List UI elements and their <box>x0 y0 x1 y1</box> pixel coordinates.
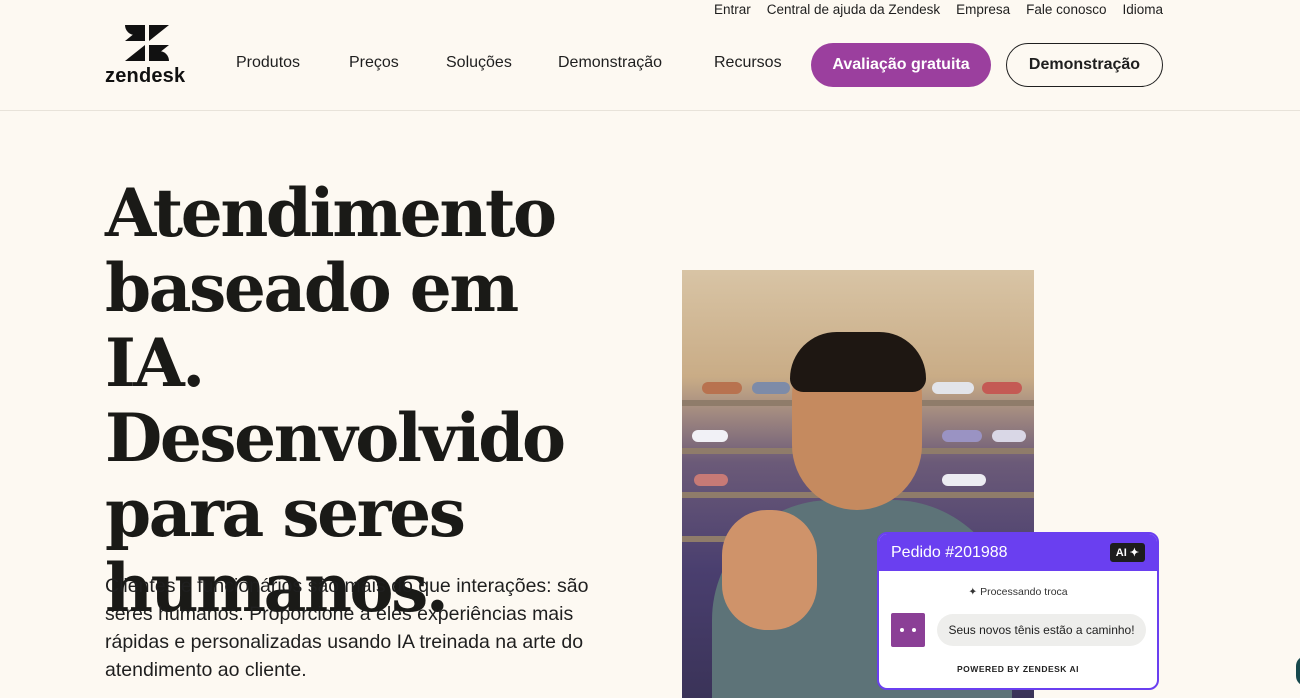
site-header: Entrar Central de ajuda da Zendesk Empre… <box>0 0 1300 111</box>
company-link[interactable]: Empresa <box>956 2 1010 17</box>
nav-item-pricing[interactable]: Preços <box>349 54 399 72</box>
nav-item-resources[interactable]: Recursos <box>714 54 782 72</box>
chat-card: Pedido #201988 AI ✦ ✦ Processando troca … <box>877 532 1159 690</box>
nav-item-demo[interactable]: Demonstração <box>558 54 662 72</box>
demo-button[interactable]: Demonstração <box>1006 43 1163 87</box>
chat-message-bubble: Seus novos tênis estão a caminho! <box>937 614 1146 646</box>
sparkle-icon: ✦ <box>968 586 981 598</box>
login-link[interactable]: Entrar <box>714 2 751 17</box>
chat-widget-button[interactable] <box>1296 656 1300 686</box>
utility-nav: Entrar Central de ajuda da Zendesk Empre… <box>714 2 1163 17</box>
nav-item-products[interactable]: Produtos <box>236 54 300 72</box>
help-center-link[interactable]: Central de ajuda da Zendesk <box>767 2 940 17</box>
ai-badge-label: AI <box>1115 546 1127 559</box>
ai-badge: AI ✦ <box>1109 543 1145 562</box>
order-title: Pedido #201988 <box>891 543 1008 561</box>
nav-item-solutions[interactable]: Soluções <box>446 54 512 72</box>
logo-wordmark: zendesk <box>105 65 186 87</box>
free-trial-button[interactable]: Avaliação gratuita <box>811 43 991 87</box>
chat-card-header: Pedido #201988 AI ✦ <box>879 534 1157 571</box>
zendesk-logo[interactable]: zendesk <box>105 25 191 87</box>
contact-link[interactable]: Fale conosco <box>1026 2 1106 17</box>
processing-status: ✦ Processando troca <box>879 586 1157 598</box>
sparkle-icon: ✦ <box>1129 547 1139 559</box>
processing-text: Processando troca <box>980 586 1068 598</box>
zendesk-logo-icon <box>125 25 169 61</box>
hero-headline: Atendimento baseado em IA. Desenvolvido … <box>105 174 566 627</box>
hero-subheadline: Clientes e funcionários são mais do que … <box>105 575 589 681</box>
powered-by-label: POWERED BY ZENDESK AI <box>957 664 1079 674</box>
bot-avatar-icon <box>891 613 925 647</box>
language-link[interactable]: Idioma <box>1122 2 1163 17</box>
